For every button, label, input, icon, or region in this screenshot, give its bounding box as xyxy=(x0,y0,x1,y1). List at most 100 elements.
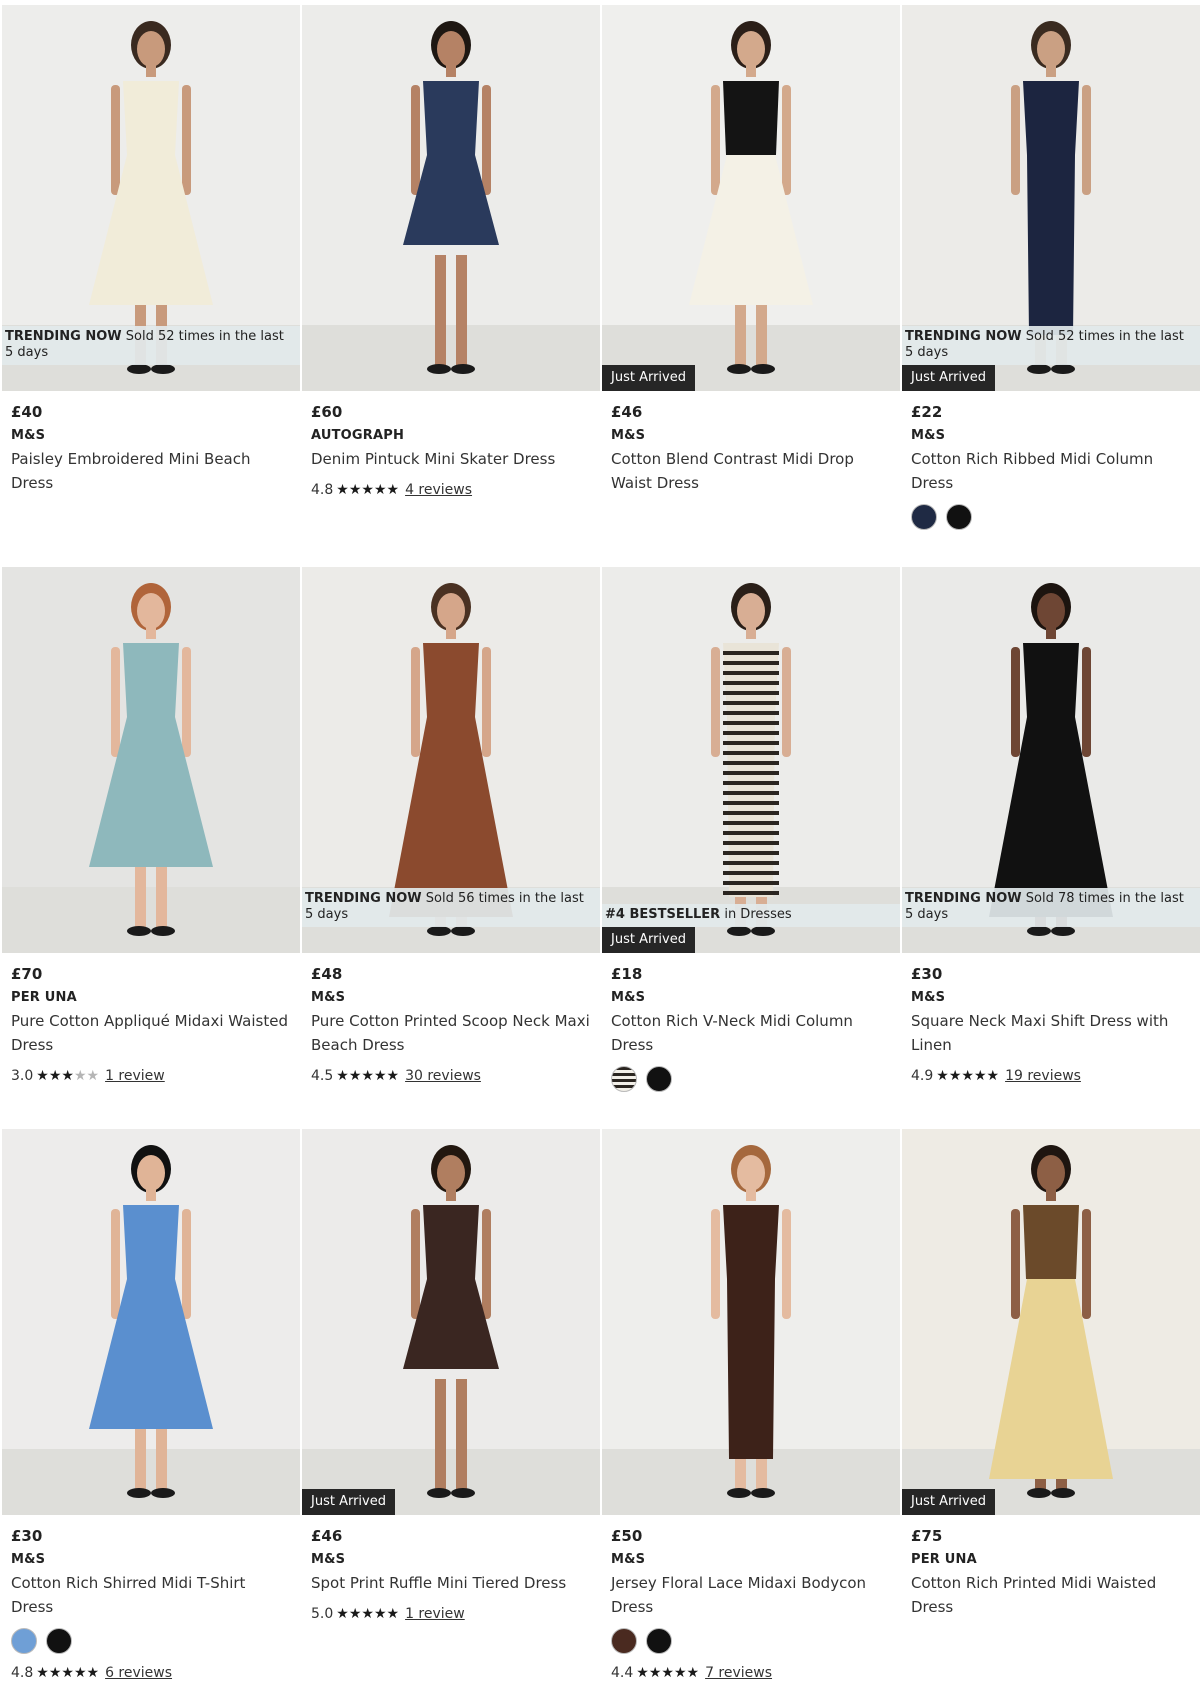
product-grid: TRENDING NOW Sold 52 times in the last 5… xyxy=(2,5,1200,1691)
product-brand: M&S xyxy=(911,990,946,1005)
product-price: £22 xyxy=(911,403,943,421)
product-price: £75 xyxy=(911,1527,943,1545)
product-card[interactable]: £60 AUTOGRAPH Denim Pintuck Mini Skater Dr… xyxy=(302,5,600,567)
product-title[interactable]: Pure Cotton Printed Scoop Neck Maxi Beac… xyxy=(311,1009,592,1057)
rating-stars: ★★★★★ xyxy=(36,1665,99,1681)
colour-swatches xyxy=(611,1628,892,1654)
product-title[interactable]: Pure Cotton Appliqué Midaxi Waisted Dres… xyxy=(11,1009,292,1057)
reviews-link[interactable]: 30 reviews xyxy=(405,1068,481,1084)
rating-stars: ★★★★★ xyxy=(336,1606,399,1622)
star-icon: ★ xyxy=(673,1665,687,1681)
product-title[interactable]: Denim Pintuck Mini Skater Dress xyxy=(311,447,592,471)
product-card[interactable]: £30 M&S Cotton Rich Shirred Midi T-Shirt D… xyxy=(2,1129,300,1691)
product-image[interactable] xyxy=(602,1129,900,1515)
product-card[interactable]: Just Arrived £46 M&S Cotton Blend Contrast … xyxy=(602,5,900,567)
model-figure xyxy=(2,1129,300,1515)
badge-prefix: TRENDING NOW xyxy=(5,329,122,344)
just-arrived-badge: Just Arrived xyxy=(902,1489,995,1515)
product-title[interactable]: Cotton Blend Contrast Midi Drop Waist Dr… xyxy=(611,447,892,495)
product-info: £70 PER UNA Pure Cotton Appliqué Midaxi Wa… xyxy=(2,953,300,1087)
rating-value: 4.5 xyxy=(311,1068,334,1084)
product-brand: M&S xyxy=(611,428,646,443)
product-card[interactable]: #4 BESTSELLER in Dresses Just Arrived £18 M… xyxy=(602,567,900,1129)
star-icon: ★ xyxy=(36,1665,49,1681)
product-info: £46 M&S Cotton Blend Contrast Midi Drop Wa… xyxy=(602,391,900,495)
reviews-link[interactable]: 1 review xyxy=(405,1606,465,1622)
product-title[interactable]: Cotton Rich Printed Midi Waisted Dress xyxy=(911,1571,1192,1619)
product-title[interactable]: Cotton Rich V-Neck Midi Column Dress xyxy=(611,1009,892,1057)
product-title[interactable]: Square Neck Maxi Shift Dress with Linen xyxy=(911,1009,1192,1057)
product-image[interactable]: TRENDING NOW Sold 52 times in the last 5… xyxy=(902,5,1200,391)
colour-swatch[interactable] xyxy=(946,504,972,530)
product-brand: M&S xyxy=(311,1552,346,1567)
colour-swatch[interactable] xyxy=(611,1066,637,1092)
product-image[interactable] xyxy=(302,5,600,391)
star-icon: ★ xyxy=(648,1665,662,1681)
product-image[interactable]: Just Arrived xyxy=(902,1129,1200,1515)
product-price: £18 xyxy=(611,965,643,983)
star-icon: ★ xyxy=(373,482,387,498)
colour-swatches xyxy=(11,1628,292,1654)
product-image[interactable]: TRENDING NOW Sold 56 times in the last 5… xyxy=(302,567,600,953)
product-image[interactable]: Just Arrived xyxy=(602,5,900,391)
reviews-link[interactable]: 1 review xyxy=(105,1068,165,1084)
colour-swatch[interactable] xyxy=(11,1628,37,1654)
just-arrived-badge: Just Arrived xyxy=(602,365,695,391)
trending-badge: #4 BESTSELLER in Dresses xyxy=(602,904,900,927)
product-image[interactable] xyxy=(2,567,300,953)
product-title[interactable]: Cotton Rich Ribbed Midi Column Dress xyxy=(911,447,1192,495)
product-image[interactable]: Just Arrived xyxy=(302,1129,600,1515)
product-brand: AUTOGRAPH xyxy=(311,428,405,443)
product-image[interactable]: #4 BESTSELLER in Dresses Just Arrived xyxy=(602,567,900,953)
rating-stars: ★★★★★ xyxy=(936,1068,999,1084)
star-icon: ★ xyxy=(386,1068,400,1084)
badge-text: in Dresses xyxy=(724,907,792,922)
product-brand: PER UNA xyxy=(11,990,77,1005)
product-image[interactable]: TRENDING NOW Sold 52 times in the last 5… xyxy=(2,5,300,391)
product-card[interactable]: Just Arrived £75 PER UNA Cotton Rich Printe… xyxy=(902,1129,1200,1691)
star-icon: ★ xyxy=(686,1665,700,1681)
product-card[interactable]: £70 PER UNA Pure Cotton Appliqué Midaxi Wa… xyxy=(2,567,300,1129)
star-icon: ★ xyxy=(973,1068,987,1084)
reviews-link[interactable]: 6 reviews xyxy=(105,1665,172,1681)
colour-swatch[interactable] xyxy=(646,1628,672,1654)
product-title[interactable]: Jersey Floral Lace Midaxi Bodycon Dress xyxy=(611,1571,892,1619)
product-brand: M&S xyxy=(311,990,346,1005)
product-title[interactable]: Paisley Embroidered Mini Beach Dress xyxy=(11,447,292,495)
product-title[interactable]: Cotton Rich Shirred Midi T-Shirt Dress xyxy=(11,1571,292,1619)
reviews-link[interactable]: 7 reviews xyxy=(705,1665,772,1681)
colour-swatch[interactable] xyxy=(911,504,937,530)
reviews-link[interactable]: 4 reviews xyxy=(405,482,472,498)
product-info: £75 PER UNA Cotton Rich Printed Midi Waist… xyxy=(902,1515,1200,1619)
product-card[interactable]: TRENDING NOW Sold 78 times in the last 5… xyxy=(902,567,1200,1129)
rating-value: 3.0 xyxy=(11,1068,34,1084)
rating-stars: ★★★★★ xyxy=(36,1068,99,1084)
product-card[interactable]: Just Arrived £46 M&S Spot Print Ruffle Mini… xyxy=(302,1129,600,1691)
star-icon: ★ xyxy=(86,1665,100,1681)
product-brand: M&S xyxy=(11,1552,46,1567)
product-image[interactable]: TRENDING NOW Sold 78 times in the last 5… xyxy=(902,567,1200,953)
product-card[interactable]: TRENDING NOW Sold 56 times in the last 5… xyxy=(302,567,600,1129)
badge-prefix: #4 BESTSELLER xyxy=(605,907,721,922)
product-brand: M&S xyxy=(911,428,946,443)
product-image[interactable] xyxy=(2,1129,300,1515)
product-card[interactable]: TRENDING NOW Sold 52 times in the last 5… xyxy=(902,5,1200,567)
colour-swatches xyxy=(911,504,1192,530)
star-icon: ★ xyxy=(336,482,349,498)
reviews-link[interactable]: 19 reviews xyxy=(1005,1068,1081,1084)
product-card[interactable]: £50 M&S Jersey Floral Lace Midaxi Bodycon … xyxy=(602,1129,900,1691)
product-card[interactable]: TRENDING NOW Sold 52 times in the last 5… xyxy=(2,5,300,567)
product-title[interactable]: Spot Print Ruffle Mini Tiered Dress xyxy=(311,1571,592,1595)
colour-swatch[interactable] xyxy=(611,1628,637,1654)
colour-swatch[interactable] xyxy=(46,1628,72,1654)
product-price: £48 xyxy=(311,965,343,983)
product-price: £70 xyxy=(11,965,43,983)
colour-swatch[interactable] xyxy=(646,1066,672,1092)
star-icon: ★ xyxy=(61,1068,74,1084)
star-icon: ★ xyxy=(386,1606,400,1622)
product-rating: 4.9 ★★★★★ 19 reviews xyxy=(911,1065,1192,1087)
product-info: £48 M&S Pure Cotton Printed Scoop Neck Max… xyxy=(302,953,600,1087)
product-brand: M&S xyxy=(611,1552,646,1567)
star-icon: ★ xyxy=(36,1068,49,1084)
trending-badge: TRENDING NOW Sold 56 times in the last 5… xyxy=(302,888,600,927)
